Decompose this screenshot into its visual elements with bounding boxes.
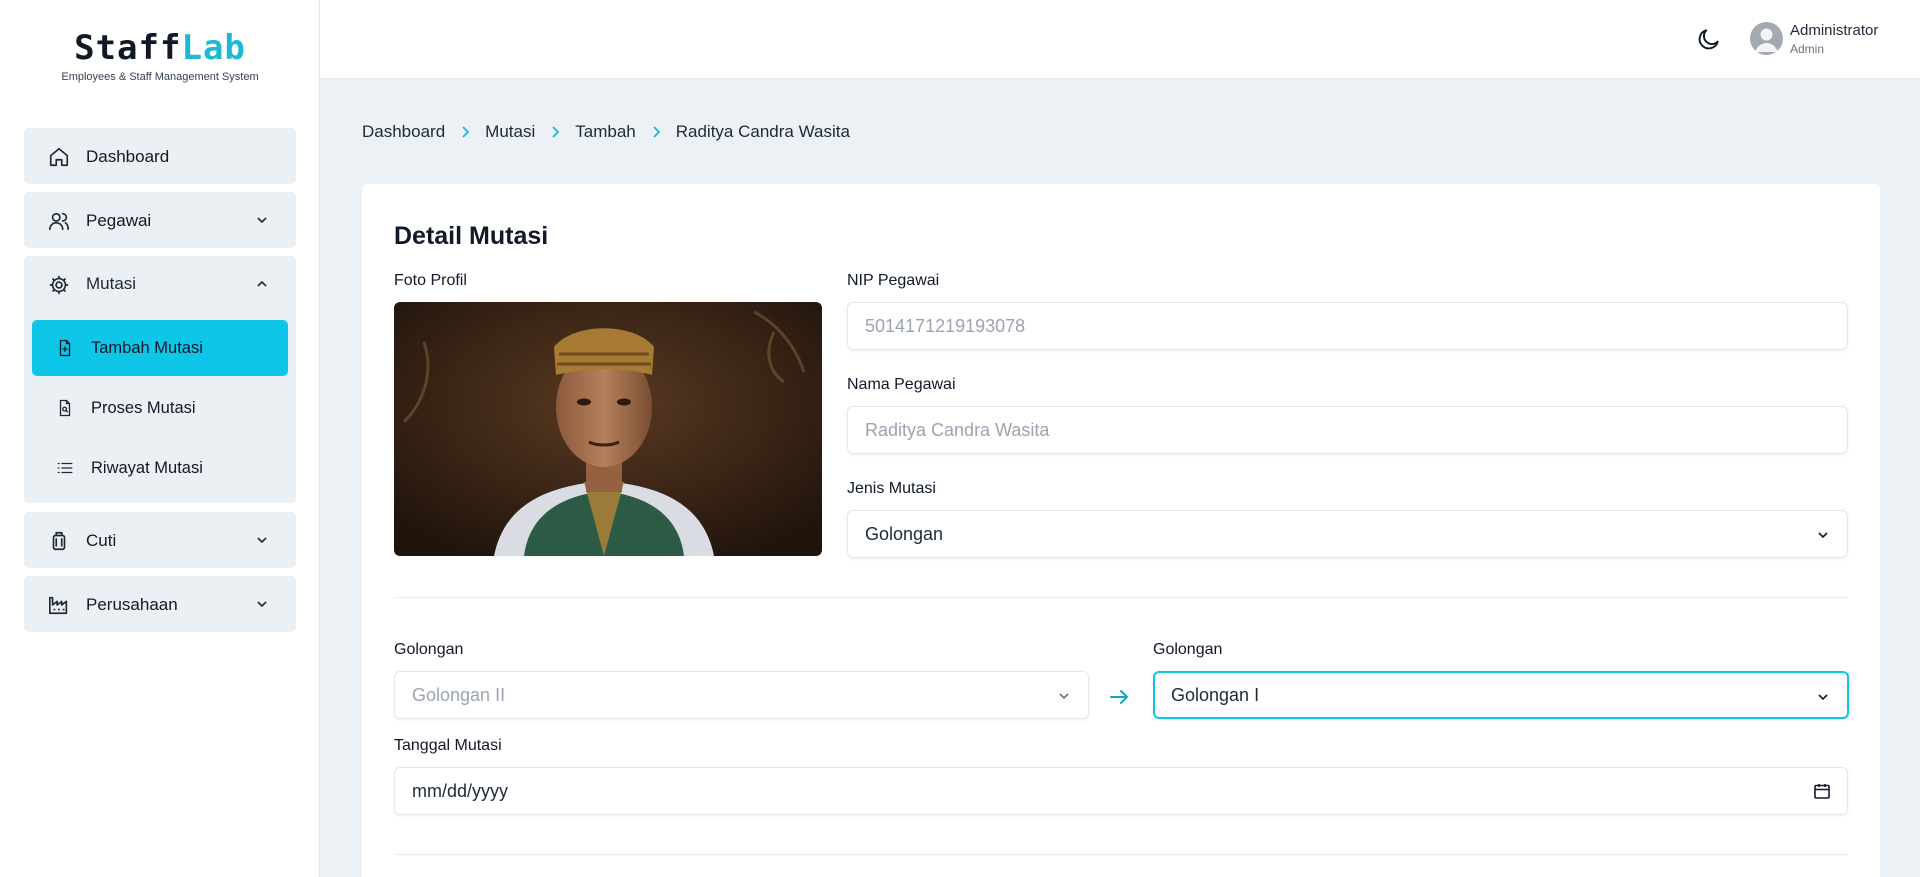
- chevron-down-icon: [1818, 532, 1828, 539]
- users-icon: [49, 212, 69, 231]
- sidebar-item-pegawai[interactable]: Pegawai: [24, 192, 296, 248]
- sidebar-item-label: Tambah Mutasi: [91, 339, 203, 357]
- user-role: Admin: [1790, 42, 1825, 56]
- calendar-icon[interactable]: [1813, 782, 1831, 800]
- nama-label: Nama Pegawai: [847, 376, 956, 393]
- chevron-down-icon: [257, 537, 267, 544]
- jenis-mutasi-select[interactable]: Golongan: [847, 510, 1848, 558]
- luggage-icon: [52, 531, 66, 551]
- arrow-right-icon: [1110, 690, 1129, 704]
- chevron-right-icon: [653, 126, 661, 138]
- gear-icon: [49, 275, 69, 295]
- chevron-up-icon: [257, 280, 267, 287]
- jenis-mutasi-label: Jenis Mutasi: [847, 480, 936, 497]
- user-icon: [1755, 28, 1778, 52]
- home-icon: [49, 147, 69, 167]
- golongan-from-label: Golongan: [394, 641, 464, 658]
- sidebar-item-label: Cuti: [86, 531, 117, 550]
- file-search-icon: [59, 399, 71, 417]
- golongan-from-value: Golongan II: [412, 685, 506, 705]
- golongan-to-label: Golongan: [1153, 641, 1223, 658]
- file-plus-icon: [59, 339, 71, 357]
- factory-icon: [49, 596, 68, 615]
- sidebar-item-cuti[interactable]: Cuti: [24, 512, 296, 568]
- photo-label: Foto Profil: [394, 272, 467, 289]
- divider: [394, 597, 1848, 598]
- sidebar-item-mutasi[interactable]: Mutasi: [24, 256, 296, 312]
- chevron-down-icon: [257, 217, 267, 224]
- avatar[interactable]: [1750, 22, 1783, 55]
- nip-field[interactable]: 5014171219193078: [847, 302, 1848, 350]
- chevron-down-icon: [1059, 693, 1069, 700]
- breadcrumb: Dashboard Mutasi Tambah Raditya Candra W…: [362, 122, 850, 142]
- brand-tagline: Employees & Staff Management System: [61, 71, 259, 83]
- breadcrumb-tambah[interactable]: Tambah: [575, 122, 635, 142]
- brand-logo[interactable]: StaffLab Employees & Staff Management Sy…: [0, 28, 320, 83]
- user-name[interactable]: Administrator: [1790, 22, 1878, 39]
- jenis-mutasi-value: Golongan: [865, 524, 944, 544]
- sidebar-subitem-riwayat-mutasi[interactable]: Riwayat Mutasi: [32, 440, 288, 496]
- sidebar-item-label: Pegawai: [86, 211, 152, 230]
- page-title: Detail Mutasi: [394, 222, 549, 250]
- nama-field[interactable]: Raditya Candra Wasita: [847, 406, 1848, 454]
- sidebar-group-mutasi: Mutasi Tambah Mutasi Proses Mutasi Riway…: [24, 256, 296, 503]
- nip-label: NIP Pegawai: [847, 272, 940, 289]
- chevron-right-icon: [552, 126, 560, 138]
- chevron-down-icon: [1818, 694, 1828, 701]
- mutasi-detail-card: Detail Mutasi Foto Profil NIP Pegawai 50…: [362, 184, 1880, 877]
- sidebar-item-label: Riwayat Mutasi: [91, 459, 203, 477]
- breadcrumb-current: Raditya Candra Wasita: [675, 122, 850, 141]
- golongan-to-select[interactable]: Golongan I: [1153, 671, 1849, 719]
- top-bar: [320, 0, 1920, 79]
- golongan-from-select[interactable]: Golongan II: [394, 671, 1089, 719]
- sidebar-item-dashboard[interactable]: Dashboard: [24, 128, 296, 184]
- divider: [394, 854, 1848, 855]
- list-icon: [57, 462, 73, 474]
- tanggal-mutasi-input[interactable]: mm/dd/yyyy: [394, 767, 1848, 815]
- date-placeholder: mm/dd/yyyy: [412, 781, 509, 801]
- brand-name: StaffLab: [74, 28, 246, 68]
- sidebar-item-label: Mutasi: [86, 274, 137, 293]
- tanggal-mutasi-label: Tanggal Mutasi: [394, 737, 502, 754]
- sidebar-item-label: Dashboard: [86, 147, 170, 166]
- breadcrumb-dashboard[interactable]: Dashboard: [362, 122, 445, 142]
- golongan-to-value: Golongan I: [1171, 685, 1260, 705]
- sidebar-item-perusahaan[interactable]: Perusahaan: [24, 576, 296, 632]
- sidebar-item-label: Proses Mutasi: [91, 399, 196, 417]
- sidebar-subitem-tambah-mutasi[interactable]: Tambah Mutasi: [32, 320, 288, 376]
- chevron-down-icon: [257, 601, 267, 608]
- chevron-right-icon: [462, 126, 470, 138]
- moon-icon[interactable]: [1696, 26, 1722, 52]
- sidebar-subitem-proses-mutasi[interactable]: Proses Mutasi: [32, 380, 288, 436]
- breadcrumb-mutasi[interactable]: Mutasi: [485, 122, 535, 142]
- sidebar: StaffLab Employees & Staff Management Sy…: [0, 0, 320, 877]
- sidebar-item-label: Perusahaan: [86, 595, 178, 614]
- profile-photo: [394, 302, 822, 556]
